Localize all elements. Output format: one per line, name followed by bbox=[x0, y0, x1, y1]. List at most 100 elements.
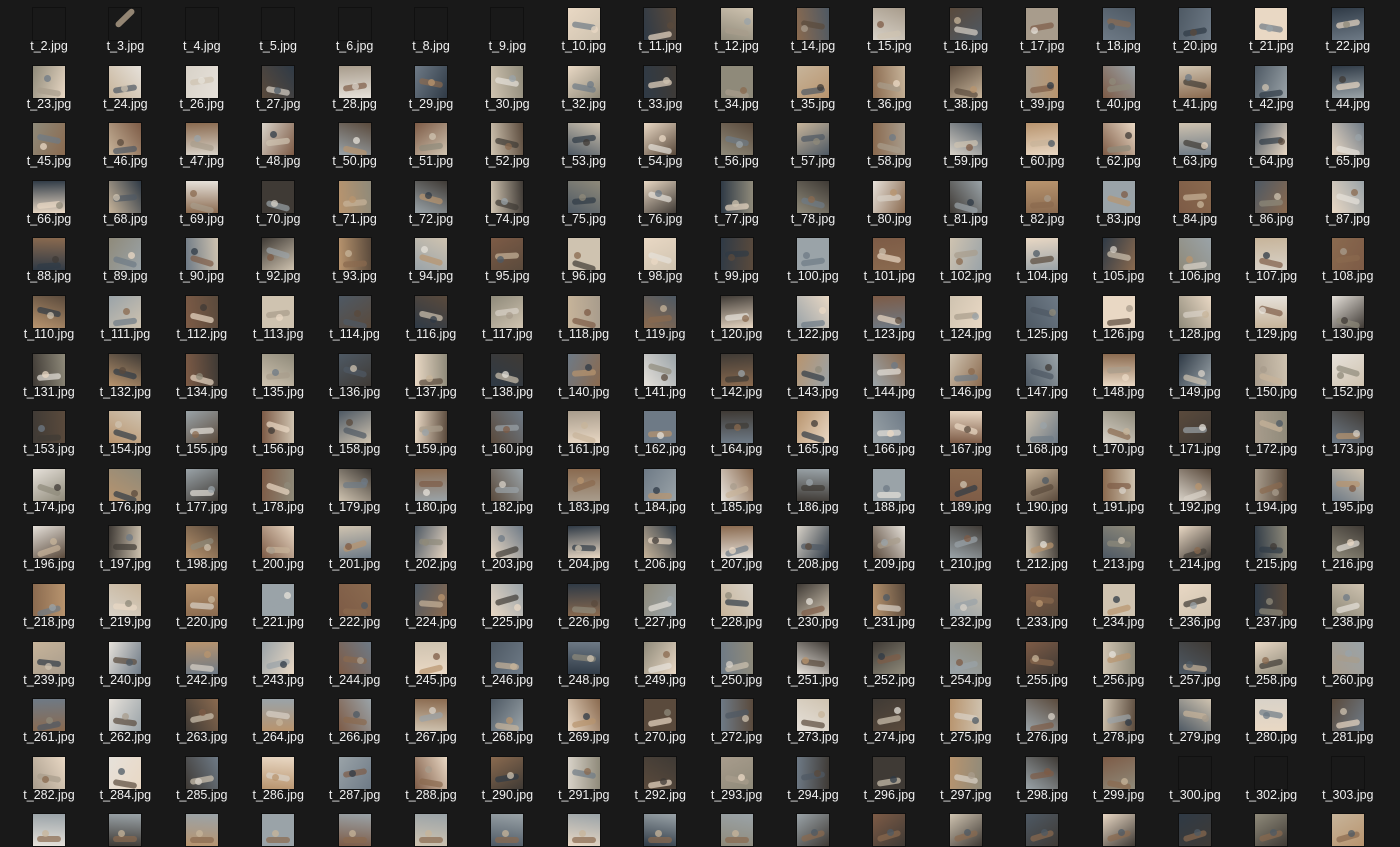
file-item[interactable]: t_196.jpg bbox=[11, 520, 87, 576]
file-item[interactable]: t_270.jpg bbox=[622, 693, 698, 749]
file-item[interactable]: t_38.jpg bbox=[928, 60, 1004, 116]
file-item[interactable]: t_131.jpg bbox=[11, 348, 87, 404]
file-item[interactable]: t_60.jpg bbox=[1004, 117, 1080, 173]
file-item-partial[interactable] bbox=[240, 808, 316, 847]
file-item[interactable]: t_32.jpg bbox=[546, 60, 622, 116]
file-item[interactable]: t_30.jpg bbox=[469, 60, 545, 116]
file-item[interactable]: t_16.jpg bbox=[928, 2, 1004, 58]
file-item[interactable]: t_48.jpg bbox=[240, 117, 316, 173]
file-item[interactable]: t_302.jpg bbox=[1233, 751, 1309, 807]
file-item[interactable]: t_185.jpg bbox=[699, 463, 775, 519]
file-item[interactable]: t_173.jpg bbox=[1310, 405, 1386, 461]
file-item[interactable]: t_227.jpg bbox=[622, 578, 698, 634]
file-item[interactable]: t_112.jpg bbox=[164, 290, 240, 346]
file-item[interactable]: t_255.jpg bbox=[1004, 636, 1080, 692]
file-item[interactable]: t_167.jpg bbox=[928, 405, 1004, 461]
file-item[interactable]: t_51.jpg bbox=[393, 117, 469, 173]
file-item[interactable]: t_237.jpg bbox=[1233, 578, 1309, 634]
file-item[interactable]: t_15.jpg bbox=[851, 2, 927, 58]
file-item[interactable]: t_113.jpg bbox=[240, 290, 316, 346]
file-item[interactable]: t_267.jpg bbox=[393, 693, 469, 749]
file-item[interactable]: t_5.jpg bbox=[240, 2, 316, 58]
file-item[interactable]: t_210.jpg bbox=[928, 520, 1004, 576]
file-item[interactable]: t_74.jpg bbox=[469, 175, 545, 231]
file-item[interactable]: t_245.jpg bbox=[393, 636, 469, 692]
file-item[interactable]: t_40.jpg bbox=[1081, 60, 1157, 116]
file-item[interactable]: t_86.jpg bbox=[1233, 175, 1309, 231]
file-item[interactable]: t_231.jpg bbox=[851, 578, 927, 634]
file-item[interactable]: t_262.jpg bbox=[87, 693, 163, 749]
file-item[interactable]: t_240.jpg bbox=[87, 636, 163, 692]
file-item[interactable]: t_110.jpg bbox=[11, 290, 87, 346]
file-item[interactable]: t_82.jpg bbox=[1004, 175, 1080, 231]
file-item[interactable]: t_144.jpg bbox=[851, 348, 927, 404]
file-item[interactable]: t_132.jpg bbox=[87, 348, 163, 404]
file-item[interactable]: t_189.jpg bbox=[928, 463, 1004, 519]
file-item[interactable]: t_219.jpg bbox=[87, 578, 163, 634]
file-item[interactable]: t_230.jpg bbox=[775, 578, 851, 634]
file-item[interactable]: t_68.jpg bbox=[87, 175, 163, 231]
file-item[interactable]: t_200.jpg bbox=[240, 520, 316, 576]
file-item[interactable]: t_126.jpg bbox=[1081, 290, 1157, 346]
file-item[interactable]: t_137.jpg bbox=[393, 348, 469, 404]
file-item[interactable]: t_246.jpg bbox=[469, 636, 545, 692]
file-item-partial[interactable] bbox=[928, 808, 1004, 847]
file-item[interactable]: t_294.jpg bbox=[775, 751, 851, 807]
file-item[interactable]: t_176.jpg bbox=[87, 463, 163, 519]
file-item[interactable]: t_119.jpg bbox=[622, 290, 698, 346]
file-item[interactable]: t_3.jpg bbox=[87, 2, 163, 58]
file-item[interactable]: t_105.jpg bbox=[1081, 232, 1157, 288]
file-item[interactable]: t_116.jpg bbox=[393, 290, 469, 346]
file-item[interactable]: t_123.jpg bbox=[851, 290, 927, 346]
file-item[interactable]: t_23.jpg bbox=[11, 60, 87, 116]
file-item[interactable]: t_204.jpg bbox=[546, 520, 622, 576]
file-item[interactable]: t_17.jpg bbox=[1004, 2, 1080, 58]
file-item[interactable]: t_152.jpg bbox=[1310, 348, 1386, 404]
file-item[interactable]: t_197.jpg bbox=[87, 520, 163, 576]
file-item[interactable]: t_149.jpg bbox=[1157, 348, 1233, 404]
file-item[interactable]: t_177.jpg bbox=[164, 463, 240, 519]
file-item[interactable]: t_146.jpg bbox=[928, 348, 1004, 404]
file-item-partial[interactable] bbox=[164, 808, 240, 847]
file-item[interactable]: t_75.jpg bbox=[546, 175, 622, 231]
file-item-partial[interactable] bbox=[11, 808, 87, 847]
file-item-partial[interactable] bbox=[1081, 808, 1157, 847]
file-item[interactable]: t_72.jpg bbox=[393, 175, 469, 231]
file-item[interactable]: t_282.jpg bbox=[11, 751, 87, 807]
file-item[interactable]: t_153.jpg bbox=[11, 405, 87, 461]
file-item[interactable]: t_278.jpg bbox=[1081, 693, 1157, 749]
file-item[interactable]: t_264.jpg bbox=[240, 693, 316, 749]
file-item[interactable]: t_261.jpg bbox=[11, 693, 87, 749]
file-item[interactable]: t_243.jpg bbox=[240, 636, 316, 692]
file-item[interactable]: t_298.jpg bbox=[1004, 751, 1080, 807]
file-item[interactable]: t_29.jpg bbox=[393, 60, 469, 116]
file-item[interactable]: t_159.jpg bbox=[393, 405, 469, 461]
file-item[interactable]: t_70.jpg bbox=[240, 175, 316, 231]
file-item[interactable]: t_178.jpg bbox=[240, 463, 316, 519]
file-item[interactable]: t_251.jpg bbox=[775, 636, 851, 692]
file-item[interactable]: t_291.jpg bbox=[546, 751, 622, 807]
file-item[interactable]: t_76.jpg bbox=[622, 175, 698, 231]
file-item[interactable]: t_274.jpg bbox=[851, 693, 927, 749]
file-item[interactable]: t_56.jpg bbox=[699, 117, 775, 173]
file-item[interactable]: t_195.jpg bbox=[1310, 463, 1386, 519]
file-item[interactable]: t_140.jpg bbox=[546, 348, 622, 404]
file-item[interactable]: t_65.jpg bbox=[1310, 117, 1386, 173]
file-item[interactable]: t_59.jpg bbox=[928, 117, 1004, 173]
file-item[interactable]: t_125.jpg bbox=[1004, 290, 1080, 346]
file-item[interactable]: t_258.jpg bbox=[1233, 636, 1309, 692]
file-item[interactable]: t_266.jpg bbox=[317, 693, 393, 749]
file-item[interactable]: t_39.jpg bbox=[1004, 60, 1080, 116]
file-item[interactable]: t_248.jpg bbox=[546, 636, 622, 692]
file-item-partial[interactable] bbox=[1233, 808, 1309, 847]
file-item[interactable]: t_280.jpg bbox=[1233, 693, 1309, 749]
file-item[interactable]: t_166.jpg bbox=[851, 405, 927, 461]
file-item[interactable]: t_171.jpg bbox=[1157, 405, 1233, 461]
file-item[interactable]: t_162.jpg bbox=[622, 405, 698, 461]
file-item[interactable]: t_238.jpg bbox=[1310, 578, 1386, 634]
file-item[interactable]: t_273.jpg bbox=[775, 693, 851, 749]
file-item[interactable]: t_69.jpg bbox=[164, 175, 240, 231]
file-item[interactable]: t_108.jpg bbox=[1310, 232, 1386, 288]
file-item[interactable]: t_53.jpg bbox=[546, 117, 622, 173]
file-item[interactable]: t_136.jpg bbox=[317, 348, 393, 404]
